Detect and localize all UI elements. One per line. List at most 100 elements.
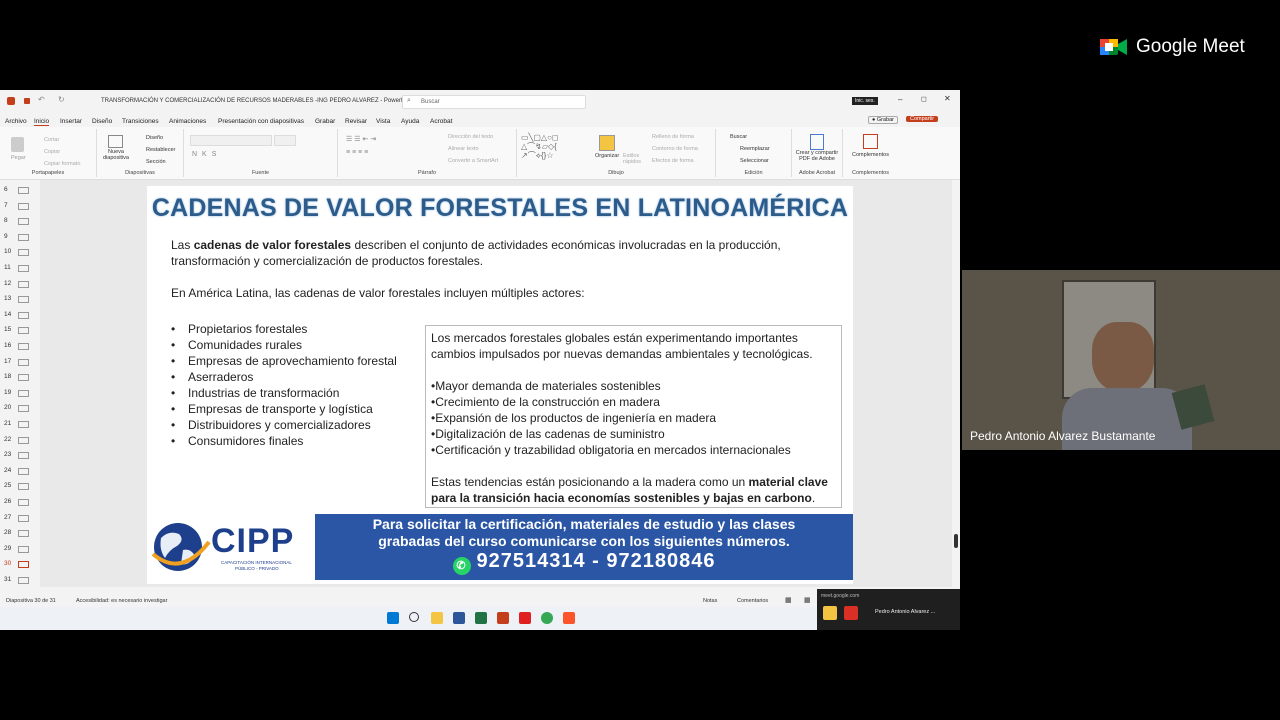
slide-thumbnail[interactable]: 21 — [0, 418, 38, 430]
new-slide-button[interactable]: Nueva diapositiva — [100, 149, 132, 161]
text-direction-button[interactable]: Dirección del texto — [448, 134, 493, 140]
window-icon[interactable] — [823, 606, 837, 620]
acrobat-icon[interactable] — [519, 612, 531, 624]
cut-button[interactable]: Cortar — [44, 137, 59, 143]
popup-tab-title[interactable]: Pedro Antonio Alvarez ... — [875, 609, 935, 615]
slide-thumbnail[interactable]: 11 — [0, 262, 38, 274]
slide-thumbnail[interactable]: 28 — [0, 527, 38, 539]
redo-icon[interactable]: ↻ — [58, 95, 65, 104]
search-icon[interactable] — [409, 612, 419, 622]
slide-thumbnail[interactable]: 13 — [0, 293, 38, 305]
addins-button[interactable]: Complementos — [843, 152, 898, 158]
slide-thumbnail[interactable]: 24 — [0, 465, 38, 477]
shape-effects-button[interactable]: Efectos de forma — [652, 158, 694, 164]
slide-thumbnail[interactable]: 14 — [0, 309, 38, 321]
addins-icon[interactable] — [863, 134, 878, 149]
slide-thumbnail[interactable]: 6 — [0, 184, 38, 196]
slide-thumbnail[interactable]: 12 — [0, 278, 38, 290]
tab-inicio[interactable]: Inicio — [34, 118, 50, 126]
slide-thumbnail[interactable]: 31 — [0, 574, 38, 586]
copy-button[interactable]: Copiar — [44, 149, 60, 155]
paste-button[interactable]: Pegar — [11, 155, 26, 161]
tab-insertar[interactable]: Insertar — [60, 118, 82, 125]
select-button[interactable]: Seleccionar — [740, 158, 769, 164]
quick-styles-button[interactable]: Estilos rápidos — [623, 153, 647, 165]
powerpoint-icon[interactable] — [497, 612, 509, 624]
slide-thumbnail[interactable]: 29 — [0, 543, 38, 555]
font-size-input[interactable] — [274, 135, 296, 146]
tab-acrobat[interactable]: Acrobat — [430, 118, 452, 125]
slide-thumbnail[interactable]: 25 — [0, 480, 38, 492]
create-pdf-button[interactable]: Crear y compartir PDF de Adobe — [792, 150, 842, 162]
maximize-icon[interactable]: ◻ — [921, 95, 927, 103]
paste-icon[interactable] — [11, 137, 24, 152]
arrange-icon[interactable] — [599, 135, 615, 151]
slide-thumbnail[interactable]: 19 — [0, 387, 38, 399]
tab-grabar[interactable]: Grabar — [315, 118, 335, 125]
format-painter-button[interactable]: Copiar formato — [44, 161, 80, 167]
normal-view-icon[interactable]: ▦ — [785, 596, 792, 604]
vertical-scrollbar[interactable] — [952, 180, 960, 587]
accessibility-status[interactable]: Accesibilidad: es necesario investigar — [76, 598, 167, 604]
tab-archivo[interactable]: Archivo — [5, 118, 27, 125]
slide-thumbnail[interactable]: 10 — [0, 246, 38, 258]
windows-start-icon[interactable] — [387, 612, 399, 624]
section-button[interactable]: Sección — [146, 159, 166, 165]
smartart-button[interactable]: Convertir a SmartArt — [448, 158, 498, 164]
new-slide-icon[interactable] — [108, 135, 123, 148]
slide-thumbnail[interactable]: 20 — [0, 402, 38, 414]
replace-button[interactable]: Reemplazar — [740, 146, 770, 152]
tab-revisar[interactable]: Revisar — [345, 118, 367, 125]
file-explorer-icon[interactable] — [431, 612, 443, 624]
arrange-button[interactable]: Organizar — [595, 153, 619, 159]
stop-sharing-icon[interactable] — [844, 606, 858, 620]
tab-vista[interactable]: Vista — [376, 118, 390, 125]
slide-thumbnail[interactable]: 26 — [0, 496, 38, 508]
slide-thumbnail[interactable]: 16 — [0, 340, 38, 352]
notes-button[interactable]: Notas — [703, 598, 717, 604]
sorter-view-icon[interactable]: ▦ — [804, 596, 811, 604]
font-name-input[interactable] — [190, 135, 272, 146]
save-icon[interactable] — [24, 98, 30, 104]
signin-button[interactable]: Inic. ses. — [852, 97, 878, 105]
tab-diseno[interactable]: Diseño — [92, 118, 112, 125]
close-icon[interactable]: ✕ — [944, 94, 951, 103]
comments-button[interactable]: Comentarios — [737, 598, 768, 604]
grabar-button[interactable]: ● Grabar — [868, 116, 898, 124]
list-icons[interactable]: ☰ ☰ ⇤ ⇥ — [346, 135, 376, 143]
layout-button[interactable]: Diseño — [146, 135, 163, 141]
slide-thumbnail[interactable]: 15 — [0, 324, 38, 336]
align-text-button[interactable]: Alinear texto — [448, 146, 479, 152]
align-icons[interactable]: ≡ ≡ ≡ ≡ — [346, 149, 368, 156]
brave-icon[interactable] — [563, 612, 575, 624]
find-button[interactable]: Buscar — [730, 134, 747, 140]
participant-video-tile[interactable]: Pedro Antonio Alvarez Bustamante — [962, 270, 1280, 450]
slide-thumbnail[interactable]: 30 — [0, 558, 38, 570]
search-box[interactable]: ⌕ Buscar — [402, 95, 586, 109]
slide-thumbnail[interactable]: 8 — [0, 215, 38, 227]
pdf-icon[interactable] — [810, 134, 824, 150]
scrollbar-thumb[interactable] — [954, 534, 958, 548]
reset-button[interactable]: Restablecer — [146, 147, 175, 153]
shape-outline-button[interactable]: Contorno de forma — [652, 146, 698, 152]
slide-thumbnail[interactable]: 23 — [0, 449, 38, 461]
slide-thumbnail[interactable]: 22 — [0, 434, 38, 446]
word-icon[interactable] — [453, 612, 465, 624]
tab-transiciones[interactable]: Transiciones — [122, 118, 159, 125]
tab-ayuda[interactable]: Ayuda — [401, 118, 419, 125]
minimize-icon[interactable]: – — [898, 95, 902, 104]
excel-icon[interactable] — [475, 612, 487, 624]
shapes-gallery[interactable]: ▭╲▢△○◻ △⌒↯▱◇{↗⌒⟡{}☆ — [521, 133, 593, 163]
shape-fill-button[interactable]: Relleno de forma — [652, 134, 694, 140]
tab-animaciones[interactable]: Animaciones — [169, 118, 206, 125]
slide-thumbnail[interactable]: 7 — [0, 200, 38, 212]
chrome-icon[interactable] — [541, 612, 553, 624]
share-button[interactable]: Compartir — [906, 116, 939, 122]
slide-thumbnail[interactable]: 18 — [0, 371, 38, 383]
font-format-icons[interactable]: NKS — [192, 151, 221, 158]
undo-icon[interactable]: ↶ — [38, 95, 45, 104]
slide-thumbnail[interactable]: 17 — [0, 356, 38, 368]
tab-presentacion[interactable]: Presentación con diapositivas — [218, 118, 304, 125]
slide-thumbnail[interactable]: 27 — [0, 512, 38, 524]
slide-thumbnail[interactable]: 9 — [0, 231, 38, 243]
